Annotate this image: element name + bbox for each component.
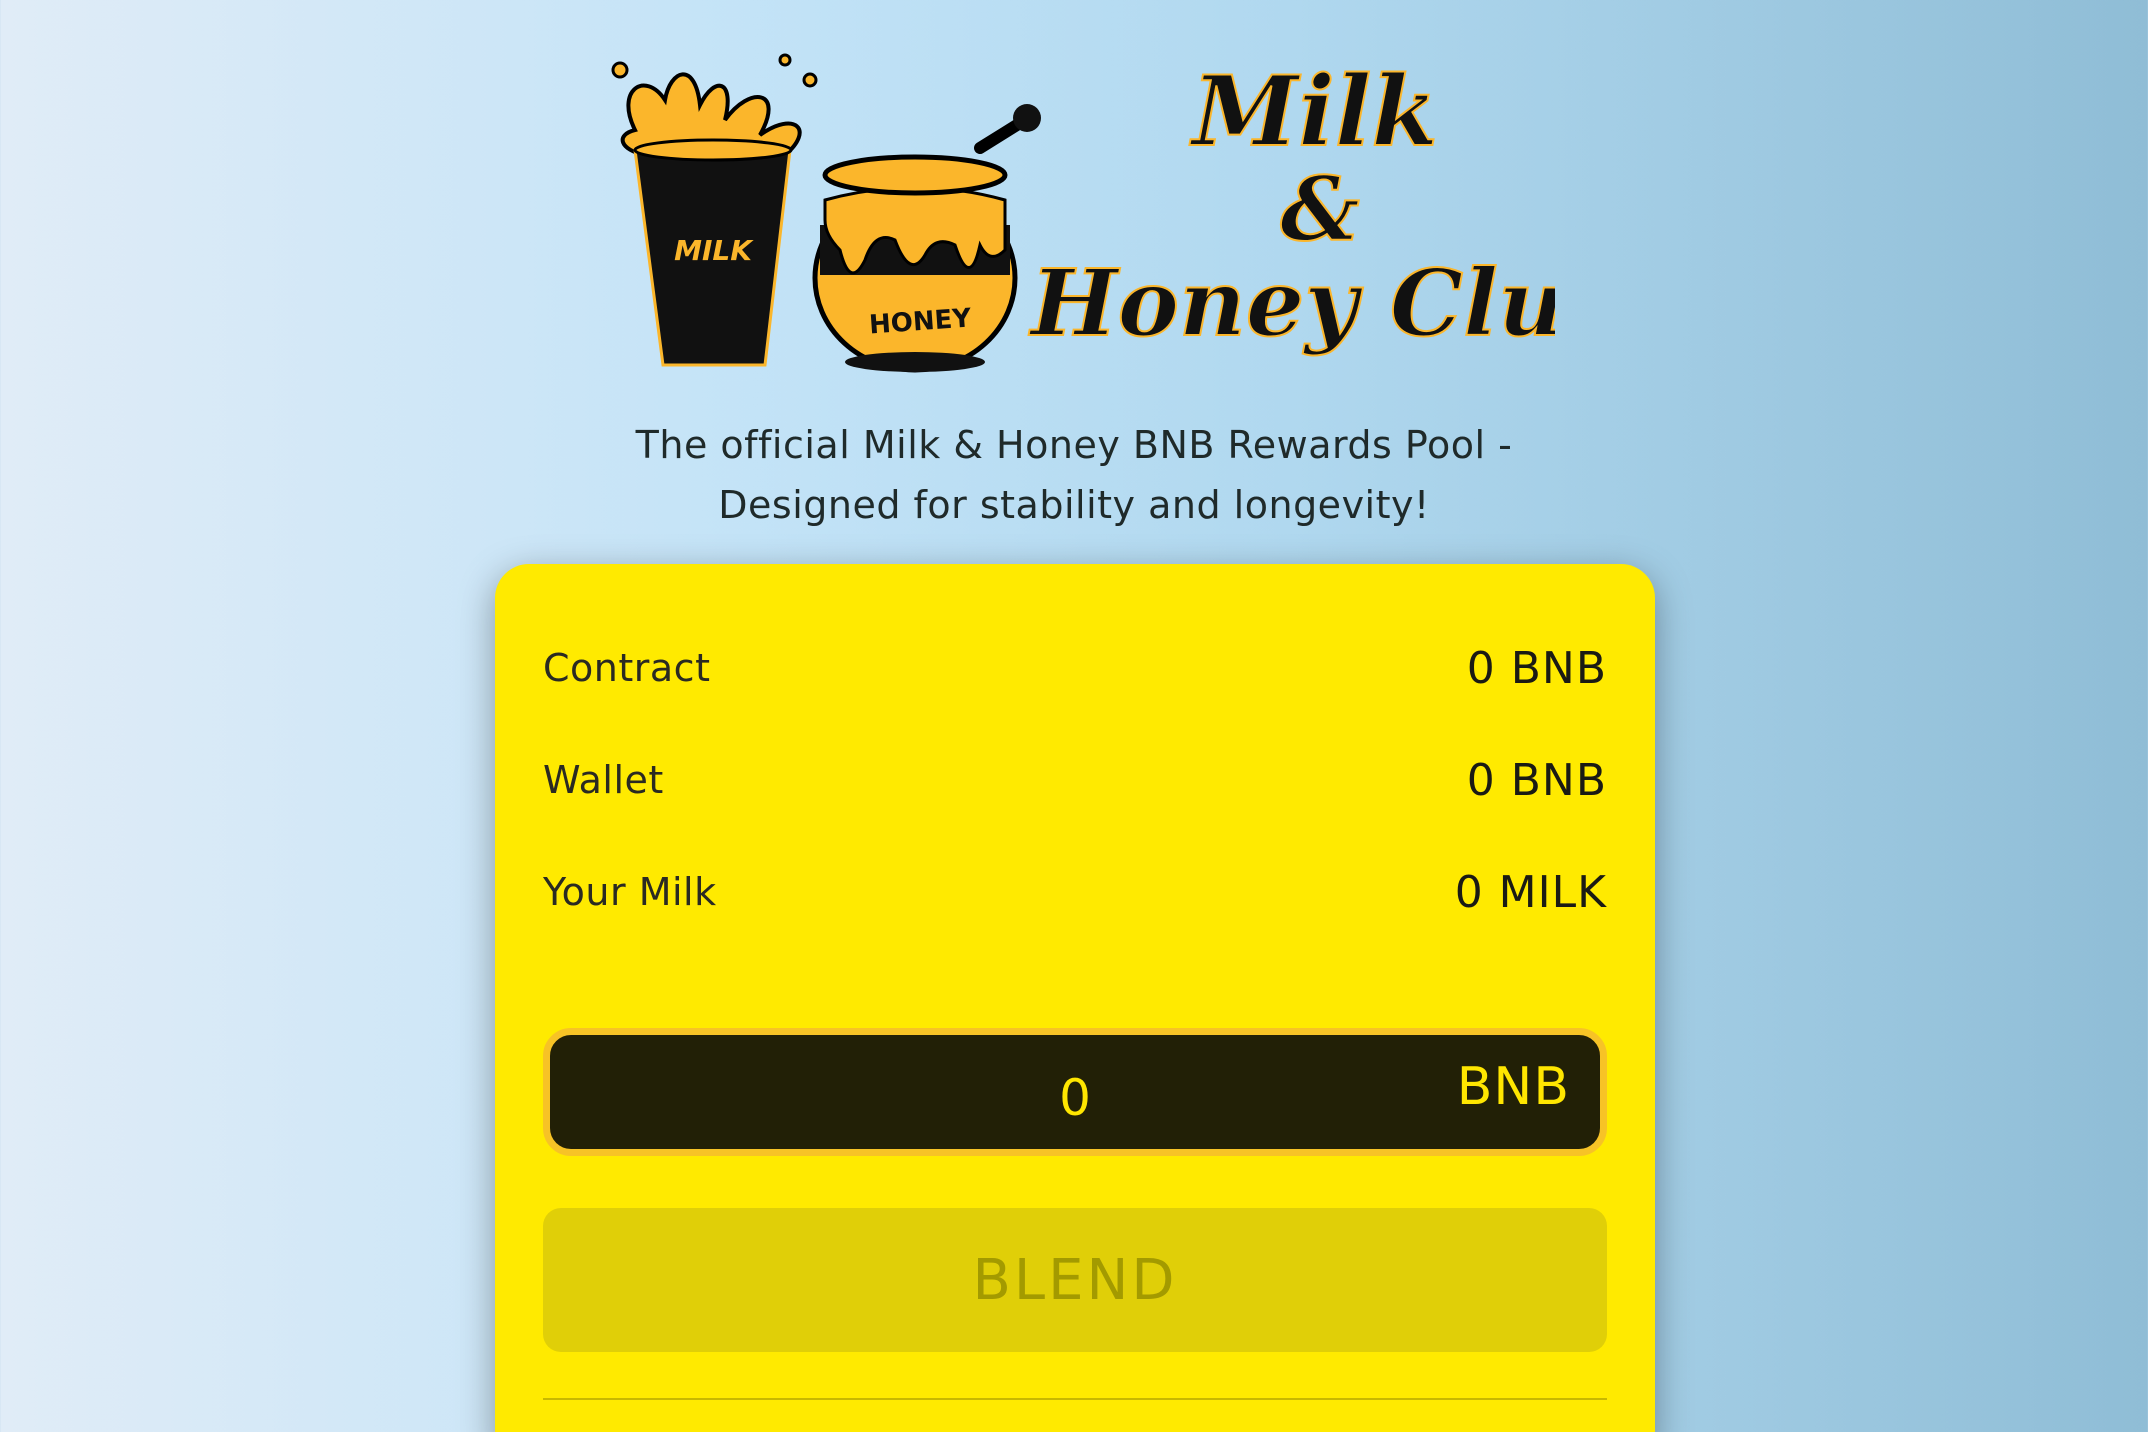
stat-label: Contract [543,646,711,690]
stat-value: 0 BNB [1466,642,1607,694]
amount-unit: BNB [1456,1057,1570,1117]
blend-button[interactable]: BLEND [543,1208,1607,1352]
stat-value: 0 MILK [1454,866,1607,918]
tagline-line-1: The official Milk & Honey BNB Rewards Po… [635,423,1513,467]
divider [543,1398,1607,1400]
stat-row-your-milk: Your Milk 0 MILK [543,862,1607,922]
bnb-amount-input[interactable] [550,1035,1600,1149]
svg-text:Milk: Milk [1189,55,1438,168]
stat-row-wallet: Wallet 0 BNB [543,750,1607,810]
stat-row-contract: Contract 0 BNB [543,638,1607,698]
bnb-amount-field: BNB [543,1028,1607,1156]
brand-title: Milk & Honey Club [1027,54,1555,358]
svg-text:MILK: MILK [674,234,754,267]
tagline: The official Milk & Honey BNB Rewards Po… [0,415,2148,535]
milk-cup-icon: MILK [633,138,793,367]
stat-value: 0 BNB [1466,754,1607,806]
pool-card: Contract 0 BNB Wallet 0 BNB Your Milk 0 … [495,564,1655,1432]
svg-text:Honey Club: Honey Club [1028,249,1555,357]
brand-logo: MILK HONEY Milk & Honey Club [585,50,1555,390]
stat-label: Your Milk [543,870,717,914]
honey-pot-icon: HONEY [812,104,1041,373]
stat-label: Wallet [543,758,664,802]
tagline-line-2: Designed for stability and longevity! [718,483,1430,527]
svg-text:&: & [1280,157,1359,261]
